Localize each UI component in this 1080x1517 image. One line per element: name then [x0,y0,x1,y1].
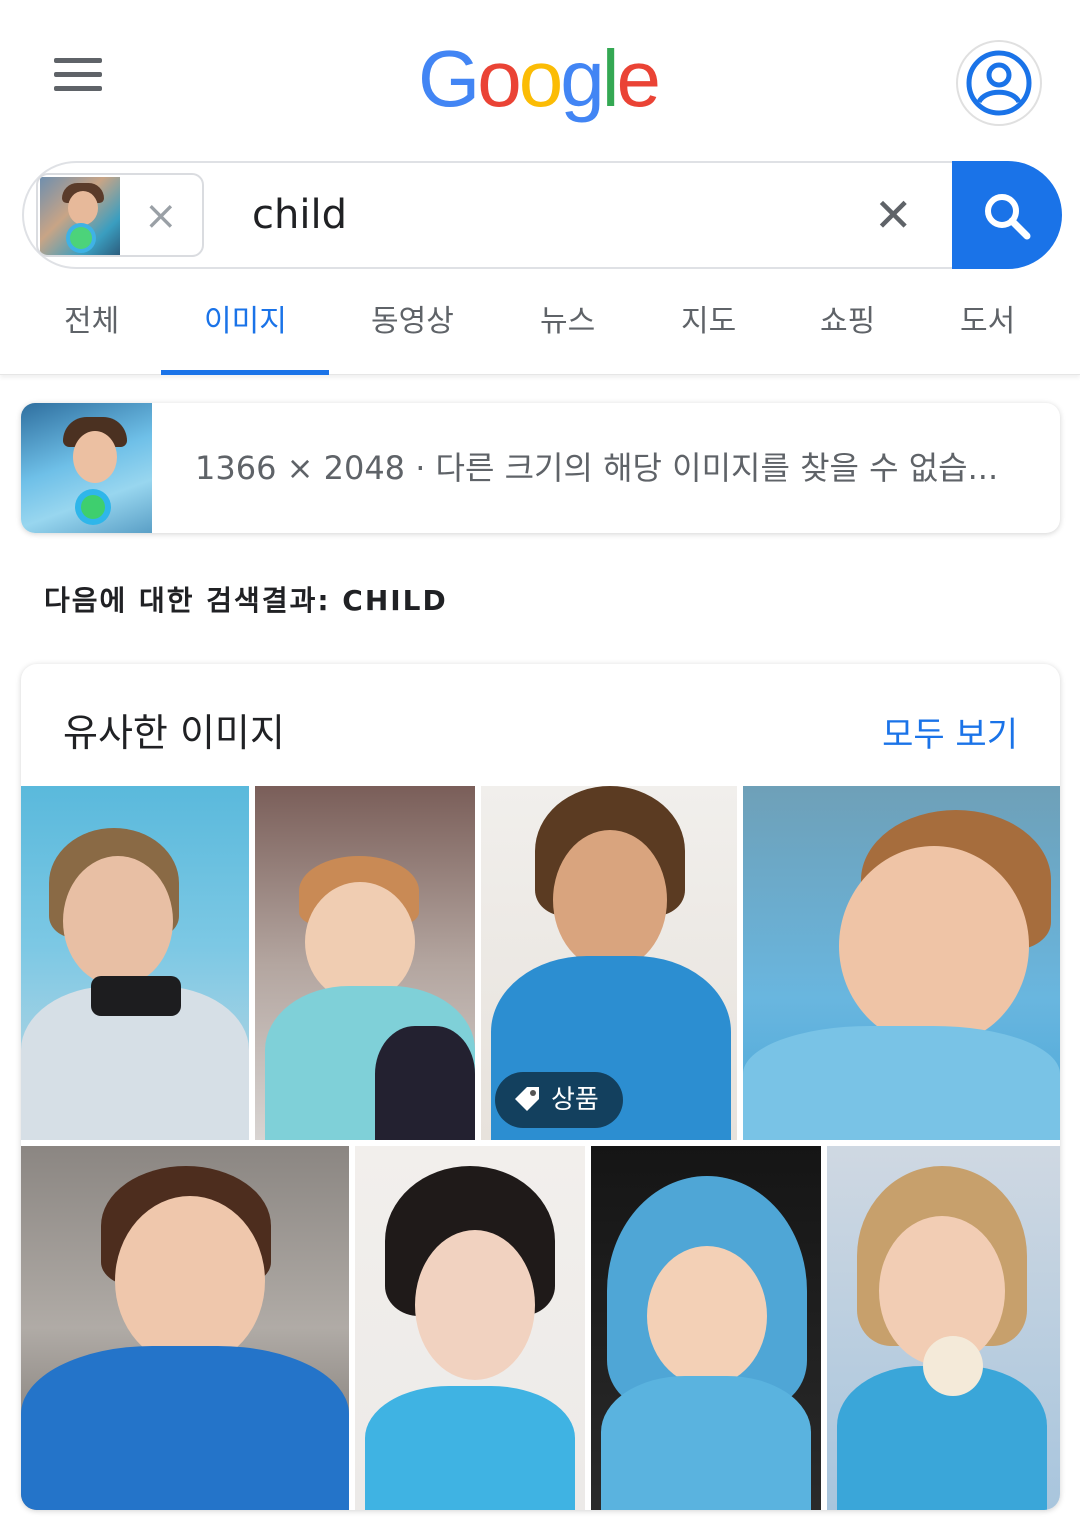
similar-image[interactable] [255,786,475,1140]
logo-letter: o [518,34,563,123]
tab-videos[interactable]: 동영상 [371,302,454,342]
google-logo[interactable]: Google [418,34,661,124]
similar-images-title: 유사한 이미지 [63,711,285,755]
product-badge: 상품 [495,1072,623,1128]
similar-image[interactable] [21,786,249,1140]
account-circle-icon [966,50,1032,116]
logo-letter: g [560,34,604,123]
results-for-label: 다음에 대한 검색결과: CHILD [44,584,448,617]
tab-books[interactable]: 도서 [960,302,1015,342]
search-icon [985,194,1031,240]
similar-image[interactable] [21,1146,349,1510]
header: Google [0,0,1080,150]
product-badge-label: 상품 [551,1085,599,1115]
tab-news[interactable]: 뉴스 [540,302,595,342]
active-tab-indicator [161,370,329,375]
source-image-thumbnail[interactable] [21,403,152,533]
similar-image[interactable] [827,1146,1060,1510]
search-button[interactable] [952,161,1062,269]
similar-image[interactable] [355,1146,585,1510]
similar-image[interactable] [743,786,1060,1140]
image-info-card[interactable]: 1366 × 2048 · 다른 크기의 해당 이미지를 찾을 수 없습... [21,403,1060,533]
logo-letter: o [477,34,521,123]
remove-image-icon[interactable]: × [144,191,178,241]
tab-shopping[interactable]: 쇼핑 [820,302,875,342]
search-bar: × child ✕ [22,161,1062,269]
logo-letter: e [616,34,661,123]
hamburger-menu-icon[interactable] [54,58,102,92]
tag-icon [515,1086,539,1111]
image-query-chip[interactable]: × [36,173,204,257]
similar-image[interactable] [591,1146,821,1510]
query-image-thumbnail [40,177,120,255]
tab-all[interactable]: 전체 [64,302,119,342]
logo-letter: G [418,34,480,123]
tab-maps[interactable]: 지도 [681,302,736,342]
similar-image[interactable]: 상품 [481,786,737,1140]
similar-images-card: 유사한 이미지 모두 보기 상품 [21,664,1060,1510]
search-tabs: 전체 이미지 동영상 뉴스 지도 쇼핑 도서 [0,280,1080,375]
search-input[interactable]: child [252,187,347,243]
tab-images[interactable]: 이미지 [204,302,287,342]
image-size-info: 1366 × 2048 · 다른 크기의 해당 이미지를 찾을 수 없습... [195,449,999,487]
logo-letter: l [601,34,620,123]
view-all-link[interactable]: 모두 보기 [882,712,1018,758]
account-button[interactable] [956,40,1042,126]
clear-search-icon[interactable]: ✕ [874,185,913,245]
